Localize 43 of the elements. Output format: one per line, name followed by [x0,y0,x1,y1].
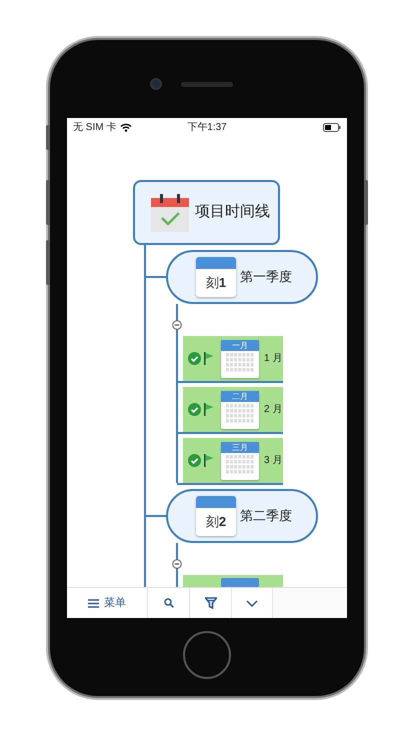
date-grid [225,350,255,372]
status-time: 下午1:37 [187,122,227,132]
badge-label: 刻2 [204,513,228,532]
month-node[interactable]: 三月 3 月 [183,438,283,483]
search-button[interactable] [148,588,190,618]
side-button[interactable] [364,180,368,225]
month-node[interactable]: 一月 1 月 [183,336,283,381]
month-node[interactable]: 二月 2 月 [183,387,283,432]
wifi-icon [120,122,132,132]
node-title: 项目时间线 [195,202,270,222]
collapse-icon[interactable] [172,559,182,569]
topic-node[interactable]: 刻2 第二季度 [166,489,318,543]
collapse-icon[interactable] [172,320,182,330]
month-label: 1 月 [264,352,282,366]
front-camera-icon [150,78,162,90]
menu-icon [88,598,99,608]
side-button[interactable] [46,180,50,225]
carrier-label: 无 SIM 卡 [73,120,116,134]
node-title: 第一季度 [240,268,292,286]
home-button[interactable] [183,631,231,679]
topic-node[interactable]: 刻1 第一季度 [166,250,318,304]
side-button[interactable] [46,240,50,285]
root-node[interactable]: 项目时间线 [133,180,280,245]
calendar-check-icon [151,194,189,232]
month-label: 2 月 [264,403,282,417]
month-label: 3 月 [264,454,282,468]
calendar-icon [221,578,259,587]
calendar-header: 三月 [232,442,248,452]
badge-label: 刻1 [204,274,228,292]
search-icon [164,598,174,608]
month-node[interactable] [183,575,283,587]
date-grid [225,402,255,424]
speaker-grille [181,82,233,87]
date-grid [225,452,255,474]
side-button[interactable] [46,125,50,150]
filter-icon [204,597,216,609]
filter-button[interactable] [190,588,232,618]
calendar-header: 二月 [232,392,248,400]
chevron-down-icon [246,600,258,606]
menu-button[interactable]: 菜单 [67,588,148,618]
node-title: 第二季度 [240,507,292,526]
battery-icon [323,122,341,132]
calendar-header: 一月 [232,340,248,350]
